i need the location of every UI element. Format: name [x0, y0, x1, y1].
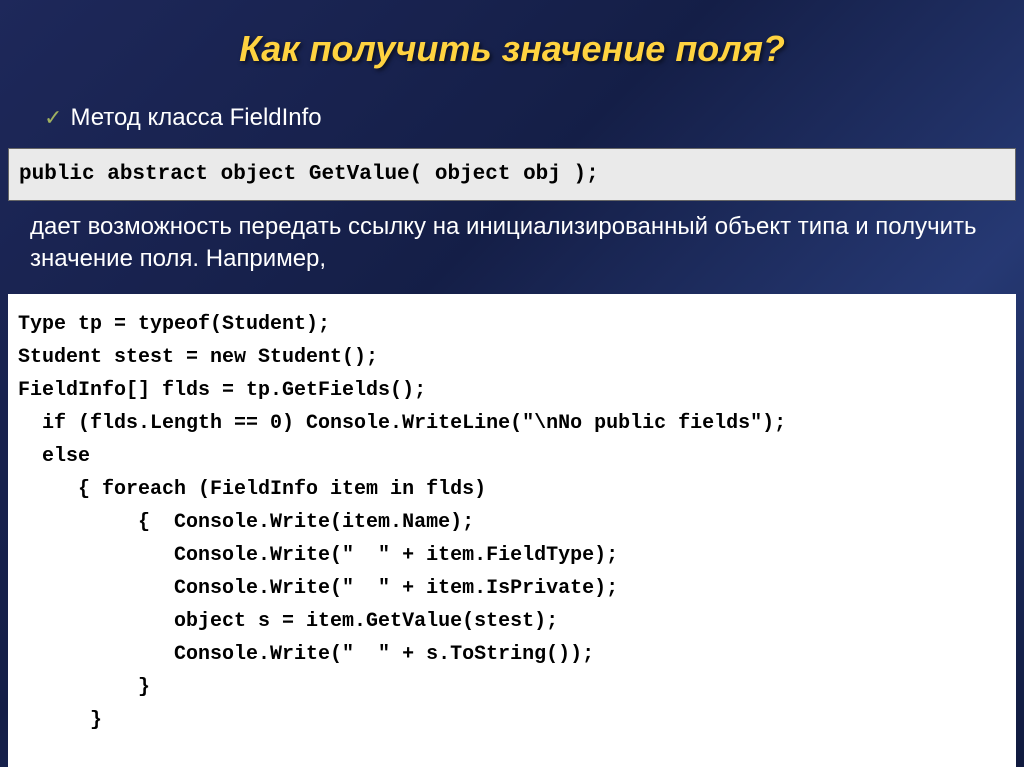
bullet-row: ✓ Метод класса FieldInfo [0, 104, 1024, 132]
slide: Как получить значение поля? ✓ Метод клас… [0, 0, 1024, 767]
page-title: Как получить значение поля? [0, 28, 1024, 70]
description-text: дает возможность передать ссылку на иниц… [0, 211, 1024, 276]
code-example: Type tp = typeof(Student); Student stest… [8, 294, 1016, 767]
check-icon: ✓ [44, 107, 62, 129]
code-signature: public abstract object GetValue( object … [8, 148, 1016, 201]
bullet-text: Метод класса FieldInfo [70, 104, 321, 132]
